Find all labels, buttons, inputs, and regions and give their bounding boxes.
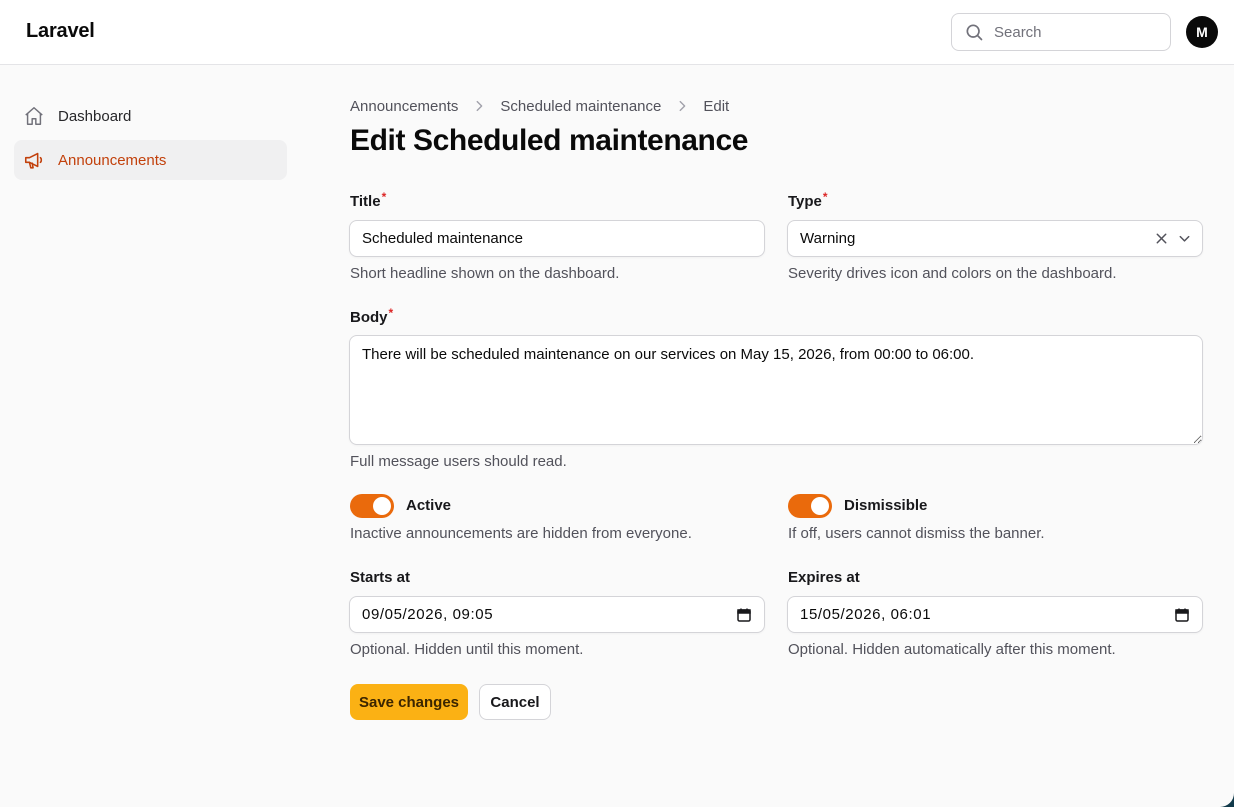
expires-at-label: Expires at bbox=[788, 569, 860, 586]
chevron-right-icon bbox=[679, 100, 686, 112]
type-select-value: Warning bbox=[800, 230, 856, 247]
starts-at-value: 09/05/2026, 09:05 bbox=[362, 606, 494, 623]
body-textarea[interactable]: There will be scheduled maintenance on o… bbox=[349, 335, 1203, 445]
dismissible-hint: If off, users cannot dismiss the banner. bbox=[788, 525, 1045, 542]
active-label: Active bbox=[406, 497, 452, 514]
brand-logo[interactable]: Laravel bbox=[26, 20, 95, 43]
clear-icon[interactable] bbox=[1154, 231, 1169, 246]
title-input[interactable] bbox=[349, 220, 765, 257]
search-input[interactable] bbox=[994, 23, 1154, 41]
page-title: Edit Scheduled maintenance bbox=[350, 124, 749, 157]
avatar[interactable]: M bbox=[1186, 16, 1218, 48]
chevron-right-icon bbox=[476, 100, 483, 112]
body-label: Body* bbox=[350, 306, 394, 326]
required-mark: * bbox=[388, 306, 394, 320]
starts-at-label: Starts at bbox=[350, 569, 411, 586]
breadcrumb-edit: Edit bbox=[703, 97, 730, 115]
cancel-button[interactable]: Cancel bbox=[479, 684, 551, 720]
megaphone-icon bbox=[24, 152, 43, 169]
active-hint: Inactive announcements are hidden from e… bbox=[350, 525, 692, 542]
sidebar-item-label: Dashboard bbox=[58, 107, 132, 125]
starts-at-input[interactable]: 09/05/2026, 09:05 bbox=[349, 596, 765, 633]
sidebar-item-dashboard[interactable]: Dashboard bbox=[14, 96, 287, 136]
top-bar: Laravel M bbox=[0, 0, 1234, 65]
sidebar-item-announcements[interactable]: Announcements bbox=[14, 140, 287, 180]
expires-at-value: 15/05/2026, 06:01 bbox=[800, 606, 932, 623]
dismissible-label: Dismissible bbox=[844, 497, 928, 514]
search-icon bbox=[966, 24, 983, 41]
dismissible-toggle[interactable] bbox=[788, 494, 832, 518]
save-changes-button[interactable]: Save changes bbox=[350, 684, 468, 720]
required-mark: * bbox=[822, 190, 828, 204]
search-box[interactable] bbox=[951, 13, 1171, 51]
calendar-icon[interactable] bbox=[736, 607, 752, 623]
body-hint: Full message users should read. bbox=[350, 453, 567, 470]
calendar-icon[interactable] bbox=[1174, 607, 1190, 623]
active-toggle[interactable] bbox=[350, 494, 394, 518]
breadcrumb: Announcements Scheduled maintenance Edit bbox=[350, 97, 729, 115]
home-icon bbox=[25, 107, 43, 125]
starts-at-hint: Optional. Hidden until this moment. bbox=[350, 641, 584, 658]
breadcrumb-scheduled-maintenance[interactable]: Scheduled maintenance bbox=[500, 98, 661, 115]
chevron-down-icon[interactable] bbox=[1177, 231, 1192, 246]
app-window: Laravel M Dashboard Announcements Announ… bbox=[0, 0, 1234, 807]
type-hint: Severity drives icon and colors on the d… bbox=[788, 265, 1117, 282]
title-hint: Short headline shown on the dashboard. bbox=[350, 265, 620, 282]
title-label: Title* bbox=[350, 190, 387, 210]
expires-at-input[interactable]: 15/05/2026, 06:01 bbox=[787, 596, 1203, 633]
required-mark: * bbox=[381, 190, 387, 204]
breadcrumb-announcements[interactable]: Announcements bbox=[350, 98, 458, 115]
type-label: Type* bbox=[788, 190, 828, 210]
type-select[interactable]: Warning bbox=[787, 220, 1203, 257]
expires-at-hint: Optional. Hidden automatically after thi… bbox=[788, 641, 1116, 658]
sidebar-item-label: Announcements bbox=[58, 151, 167, 169]
